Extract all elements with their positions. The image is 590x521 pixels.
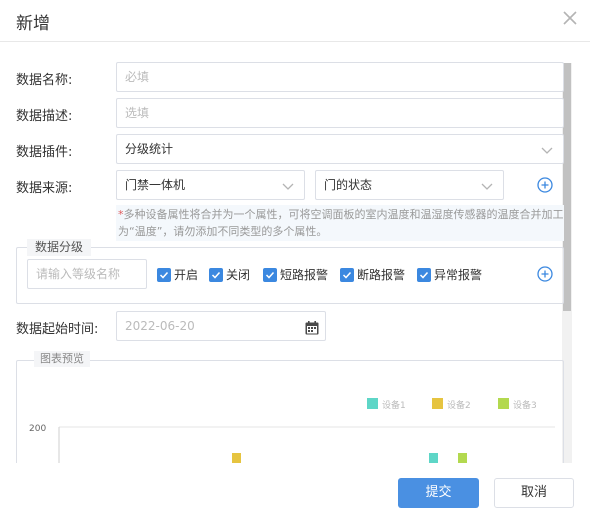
check-icon	[340, 267, 354, 282]
plugin-label: 数据插件:	[16, 145, 73, 160]
add-source-icon[interactable]	[537, 177, 553, 193]
legend-swatch	[367, 398, 378, 409]
add-grade-icon[interactable]	[537, 266, 553, 282]
checkbox-open-circuit-label: 断路报警	[357, 268, 406, 282]
checkbox-short-circuit[interactable]: 短路报警	[263, 266, 328, 283]
chart-bar	[232, 453, 241, 463]
start-time-label: 数据起始时间:	[16, 322, 99, 337]
chevron-down-icon	[541, 144, 553, 156]
legend-swatch	[498, 398, 509, 409]
add-data-dialog: 新增 数据名称: 必填 数据描述: 选填 数据插件: 分级统计 数据来源: 门禁…	[0, 0, 590, 521]
dialog-footer: 提交 取消	[0, 463, 590, 521]
source-attr-select[interactable]: 门的状态	[315, 170, 504, 200]
start-date-value: 2022-06-20	[125, 319, 195, 333]
source-attr-value: 门的状态	[324, 178, 373, 192]
y-tick-label: 200	[29, 424, 46, 434]
checkbox-open[interactable]: 开启	[157, 266, 198, 283]
chevron-down-icon	[481, 180, 493, 192]
checkbox-open-circuit[interactable]: 断路报警	[340, 266, 405, 283]
chart-preview-box: 设备1 设备2 设备3 200	[16, 360, 564, 463]
legend-swatch	[432, 398, 443, 409]
grading-legend: 数据分级	[27, 239, 92, 256]
start-date-input[interactable]: 2022-06-20	[116, 311, 326, 341]
check-icon	[209, 267, 223, 282]
check-icon	[157, 267, 171, 282]
calendar-icon[interactable]	[304, 318, 320, 335]
plugin-select-value: 分级统计	[125, 142, 174, 156]
checkbox-close[interactable]: 关闭	[209, 266, 250, 283]
grading-fieldset: 数据分级 请输入等级名称 开启 关闭 短路报警 断路报警 异常报警	[16, 239, 564, 304]
source-label: 数据来源:	[16, 181, 73, 196]
checkbox-open-label: 开启	[174, 268, 199, 282]
legend-label: 设备3	[513, 399, 537, 411]
scrollbar-thumb[interactable]	[563, 63, 571, 311]
name-label: 数据名称:	[16, 73, 73, 88]
dialog-header: 新增	[0, 0, 590, 42]
submit-button[interactable]: 提交	[398, 478, 479, 508]
grade-name-input[interactable]: 请输入等级名称	[27, 259, 147, 289]
desc-input[interactable]: 选填	[116, 98, 564, 128]
legend-label: 设备2	[447, 399, 471, 411]
chart-preview-legend: 图表预览	[34, 351, 90, 367]
source-device-value: 门禁一体机	[125, 178, 186, 192]
checkbox-close-label: 关闭	[226, 268, 251, 282]
desc-label: 数据描述:	[16, 109, 73, 124]
name-input[interactable]: 必填	[116, 62, 564, 92]
chart-bar	[458, 453, 467, 463]
check-icon	[417, 267, 431, 282]
close-icon[interactable]	[560, 8, 580, 28]
plugin-select[interactable]: 分级统计	[116, 134, 564, 164]
chart-preview: 设备1 设备2 设备3 200	[29, 398, 555, 463]
dialog-body: 数据名称: 必填 数据描述: 选填 数据插件: 分级统计 数据来源: 门禁一体机…	[0, 43, 590, 463]
cancel-button[interactable]: 取消	[494, 478, 574, 508]
hint-text: 多种设备属性将合并为一个属性，可将空调面板的室内温度和温湿度传感器的温度合并加工…	[118, 208, 564, 238]
check-icon	[263, 267, 277, 282]
chart-bar	[429, 453, 438, 463]
dialog-title: 新增	[16, 14, 50, 34]
checkbox-short-circuit-label: 短路报警	[280, 268, 329, 282]
chevron-down-icon	[282, 180, 294, 192]
source-hint: *多种设备属性将合并为一个属性，可将空调面板的室内温度和温湿度传感器的温度合并加…	[116, 205, 564, 241]
legend-label: 设备1	[382, 399, 406, 411]
checkbox-abnormal-label: 异常报警	[434, 268, 483, 282]
checkbox-abnormal[interactable]: 异常报警	[417, 266, 482, 283]
source-device-select[interactable]: 门禁一体机	[116, 170, 305, 200]
